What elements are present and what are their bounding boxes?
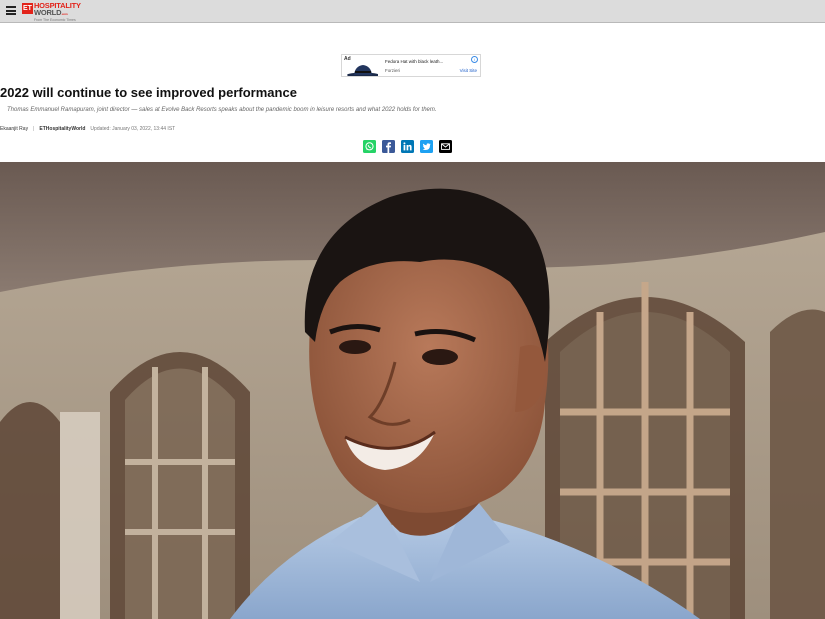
logo-suffix: .com — [61, 12, 68, 16]
top-bar: ET HOSPITALITY WORLD.com From The Economi… — [0, 0, 825, 23]
logo-tagline: From The Economic Times — [33, 18, 76, 22]
publication-link[interactable]: ETHospitalityWorld — [39, 126, 85, 132]
site-logo[interactable]: ET HOSPITALITY WORLD.com From The Economi… — [22, 2, 81, 22]
whatsapp-icon[interactable] — [363, 140, 376, 153]
linkedin-icon[interactable] — [401, 140, 414, 153]
byline-separator: | — [33, 126, 35, 132]
hamburger-menu-icon[interactable] — [6, 6, 16, 15]
logo-name-secondary: WORLD — [33, 8, 62, 17]
share-bar — [363, 140, 452, 153]
hero-portrait-image — [0, 162, 825, 619]
ad-badge: Ad — [344, 56, 351, 62]
ad-hat-image — [347, 65, 378, 76]
updated-date: Updated: January 03, 2022, 13:44 IST — [90, 126, 176, 132]
article-title: 2022 will continue to see improved perfo… — [0, 85, 297, 100]
ad-title: Fedora Hat with black leath... — [385, 59, 444, 64]
ad-source: Forzieri — [385, 68, 401, 73]
ad-visit-site-link[interactable]: Visit Site — [460, 68, 477, 73]
byline: Ekaanjit Ray | ETHospitalityWorld Update… — [0, 126, 175, 132]
adchoices-info-icon[interactable]: i — [471, 56, 478, 63]
facebook-icon[interactable] — [382, 140, 395, 153]
email-icon[interactable] — [439, 140, 452, 153]
logo-badge: ET — [22, 3, 33, 14]
author-link[interactable]: Ekaanjit Ray — [0, 126, 28, 132]
article-summary: Thomas Emmanuel Ramapuram, joint directo… — [7, 107, 437, 113]
ad-banner[interactable]: Ad Fedora Hat with black leath... Forzie… — [341, 54, 481, 77]
twitter-icon[interactable] — [420, 140, 433, 153]
